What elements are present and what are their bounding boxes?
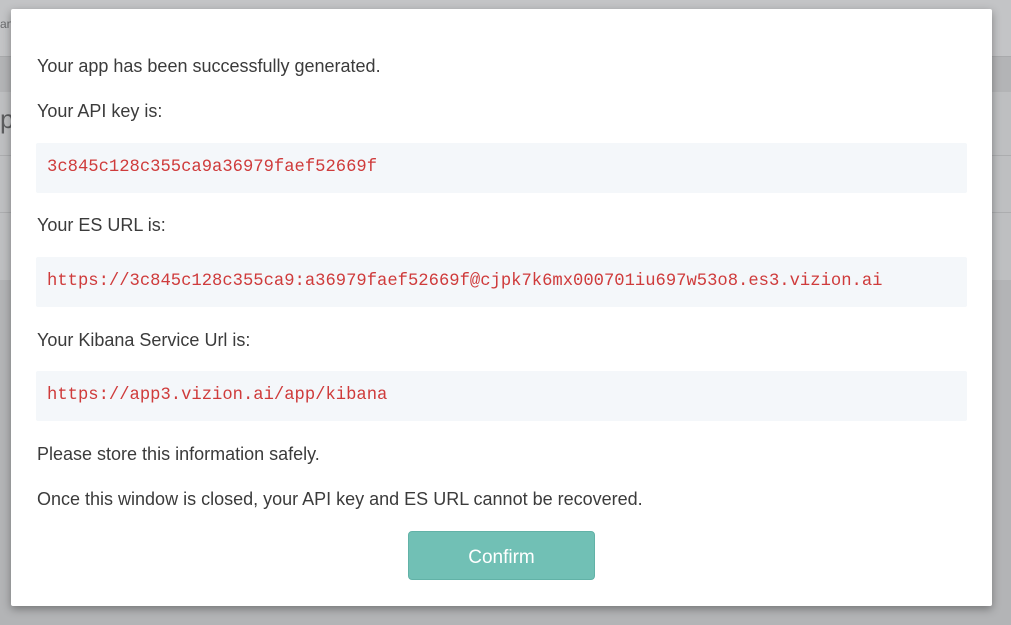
api-key-box: 3c845c128c355ca9a36979faef52669f (36, 143, 967, 193)
app-generated-modal: Your app has been successfully generated… (11, 9, 992, 606)
es-url-box: https://3c845c128c355ca9:a36979faef52669… (36, 257, 967, 307)
kibana-url-value: https://app3.vizion.ai/app/kibana (47, 386, 388, 405)
kibana-url-label: Your Kibana Service Url is: (37, 330, 251, 350)
confirm-button[interactable]: Confirm (408, 531, 595, 580)
store-notice: Please store this information safely. (37, 444, 320, 464)
api-key-value: 3c845c128c355ca9a36979faef52669f (47, 158, 378, 177)
success-message: Your app has been successfully generated… (37, 56, 381, 76)
kibana-url-box: https://app3.vizion.ai/app/kibana (36, 371, 967, 421)
es-url-value: https://3c845c128c355ca9:a36979faef52669… (47, 272, 883, 291)
warning-notice: Once this window is closed, your API key… (37, 489, 643, 509)
api-key-label: Your API key is: (37, 101, 163, 121)
es-url-label: Your ES URL is: (37, 215, 166, 235)
